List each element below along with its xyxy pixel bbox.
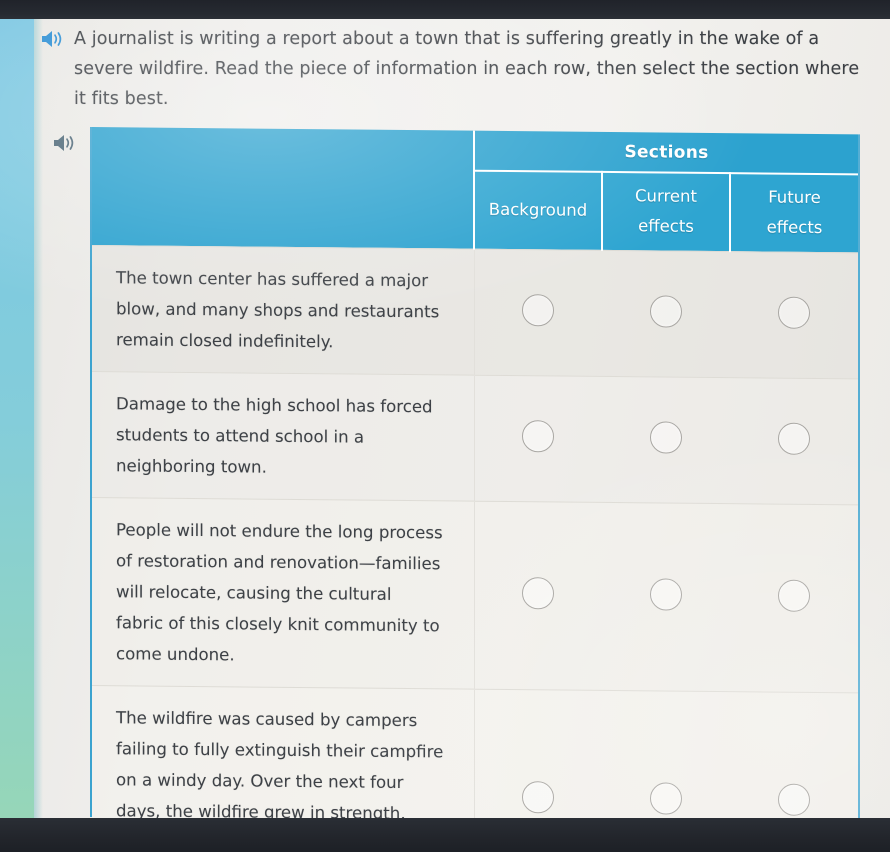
radio-option-future-effects[interactable] (778, 422, 810, 455)
speaker-icon[interactable] (40, 28, 66, 50)
radio-option-current-effects[interactable] (650, 421, 682, 454)
radio-option-background[interactable] (522, 780, 555, 813)
column-header-current-effects: Current effects (602, 171, 730, 252)
table-body: The town center has suffered a major blo… (92, 245, 858, 852)
table-head-row-group: Sections (92, 127, 858, 249)
radio-cell-background[interactable] (474, 248, 602, 376)
radio-cell-current-effects[interactable] (602, 501, 730, 692)
device-bezel-top (0, 0, 890, 19)
column-header-background: Background (474, 170, 602, 250)
matrix-table: Sections Background Current effects Futur… (92, 127, 858, 852)
sections-matching-table: Sections Background Current effects Futur… (90, 127, 860, 852)
radio-cell-current-effects[interactable] (602, 375, 730, 504)
radio-option-current-effects[interactable] (650, 578, 682, 611)
table-speaker-icon[interactable] (52, 132, 78, 154)
statement-text: The town center has suffered a major blo… (92, 245, 474, 375)
prompt-text: A journalist is writing a report about a… (74, 29, 860, 109)
radio-cell-current-effects[interactable] (602, 249, 730, 378)
radio-cell-background[interactable] (474, 500, 602, 690)
left-accent-band (0, 19, 34, 819)
radio-option-current-effects[interactable] (650, 295, 682, 328)
left-accent-band-edge (34, 19, 43, 819)
radio-cell-future-effects[interactable] (730, 377, 858, 505)
device-bezel-bottom (0, 818, 890, 852)
statement-text: Damage to the high school has forced stu… (92, 371, 474, 501)
radio-option-current-effects[interactable] (650, 781, 682, 815)
question-prompt: A journalist is writing a report about a… (40, 24, 870, 114)
statement-text: People will not endure the long process … (92, 497, 474, 689)
column-header-future-effects: Future effects (730, 173, 858, 253)
table-row: The town center has suffered a major blo… (92, 245, 858, 379)
radio-option-background[interactable] (522, 420, 555, 453)
radio-option-background[interactable] (522, 577, 555, 610)
sections-group-header: Sections (474, 130, 858, 175)
radio-cell-background[interactable] (474, 374, 602, 502)
radio-option-background[interactable] (522, 294, 555, 327)
table-head: Sections Background Current effects Futur… (92, 127, 858, 253)
radio-option-future-effects[interactable] (778, 579, 810, 612)
radio-cell-future-effects[interactable] (730, 251, 858, 379)
screenshot-photo-frame: A journalist is writing a report about a… (0, 0, 890, 852)
radio-cell-future-effects[interactable] (730, 503, 858, 693)
table-row: Damage to the high school has forced stu… (92, 371, 858, 505)
statement-column-header (92, 127, 474, 249)
radio-option-future-effects[interactable] (778, 296, 810, 329)
radio-option-future-effects[interactable] (778, 783, 810, 816)
table-row: People will not endure the long process … (92, 497, 858, 693)
